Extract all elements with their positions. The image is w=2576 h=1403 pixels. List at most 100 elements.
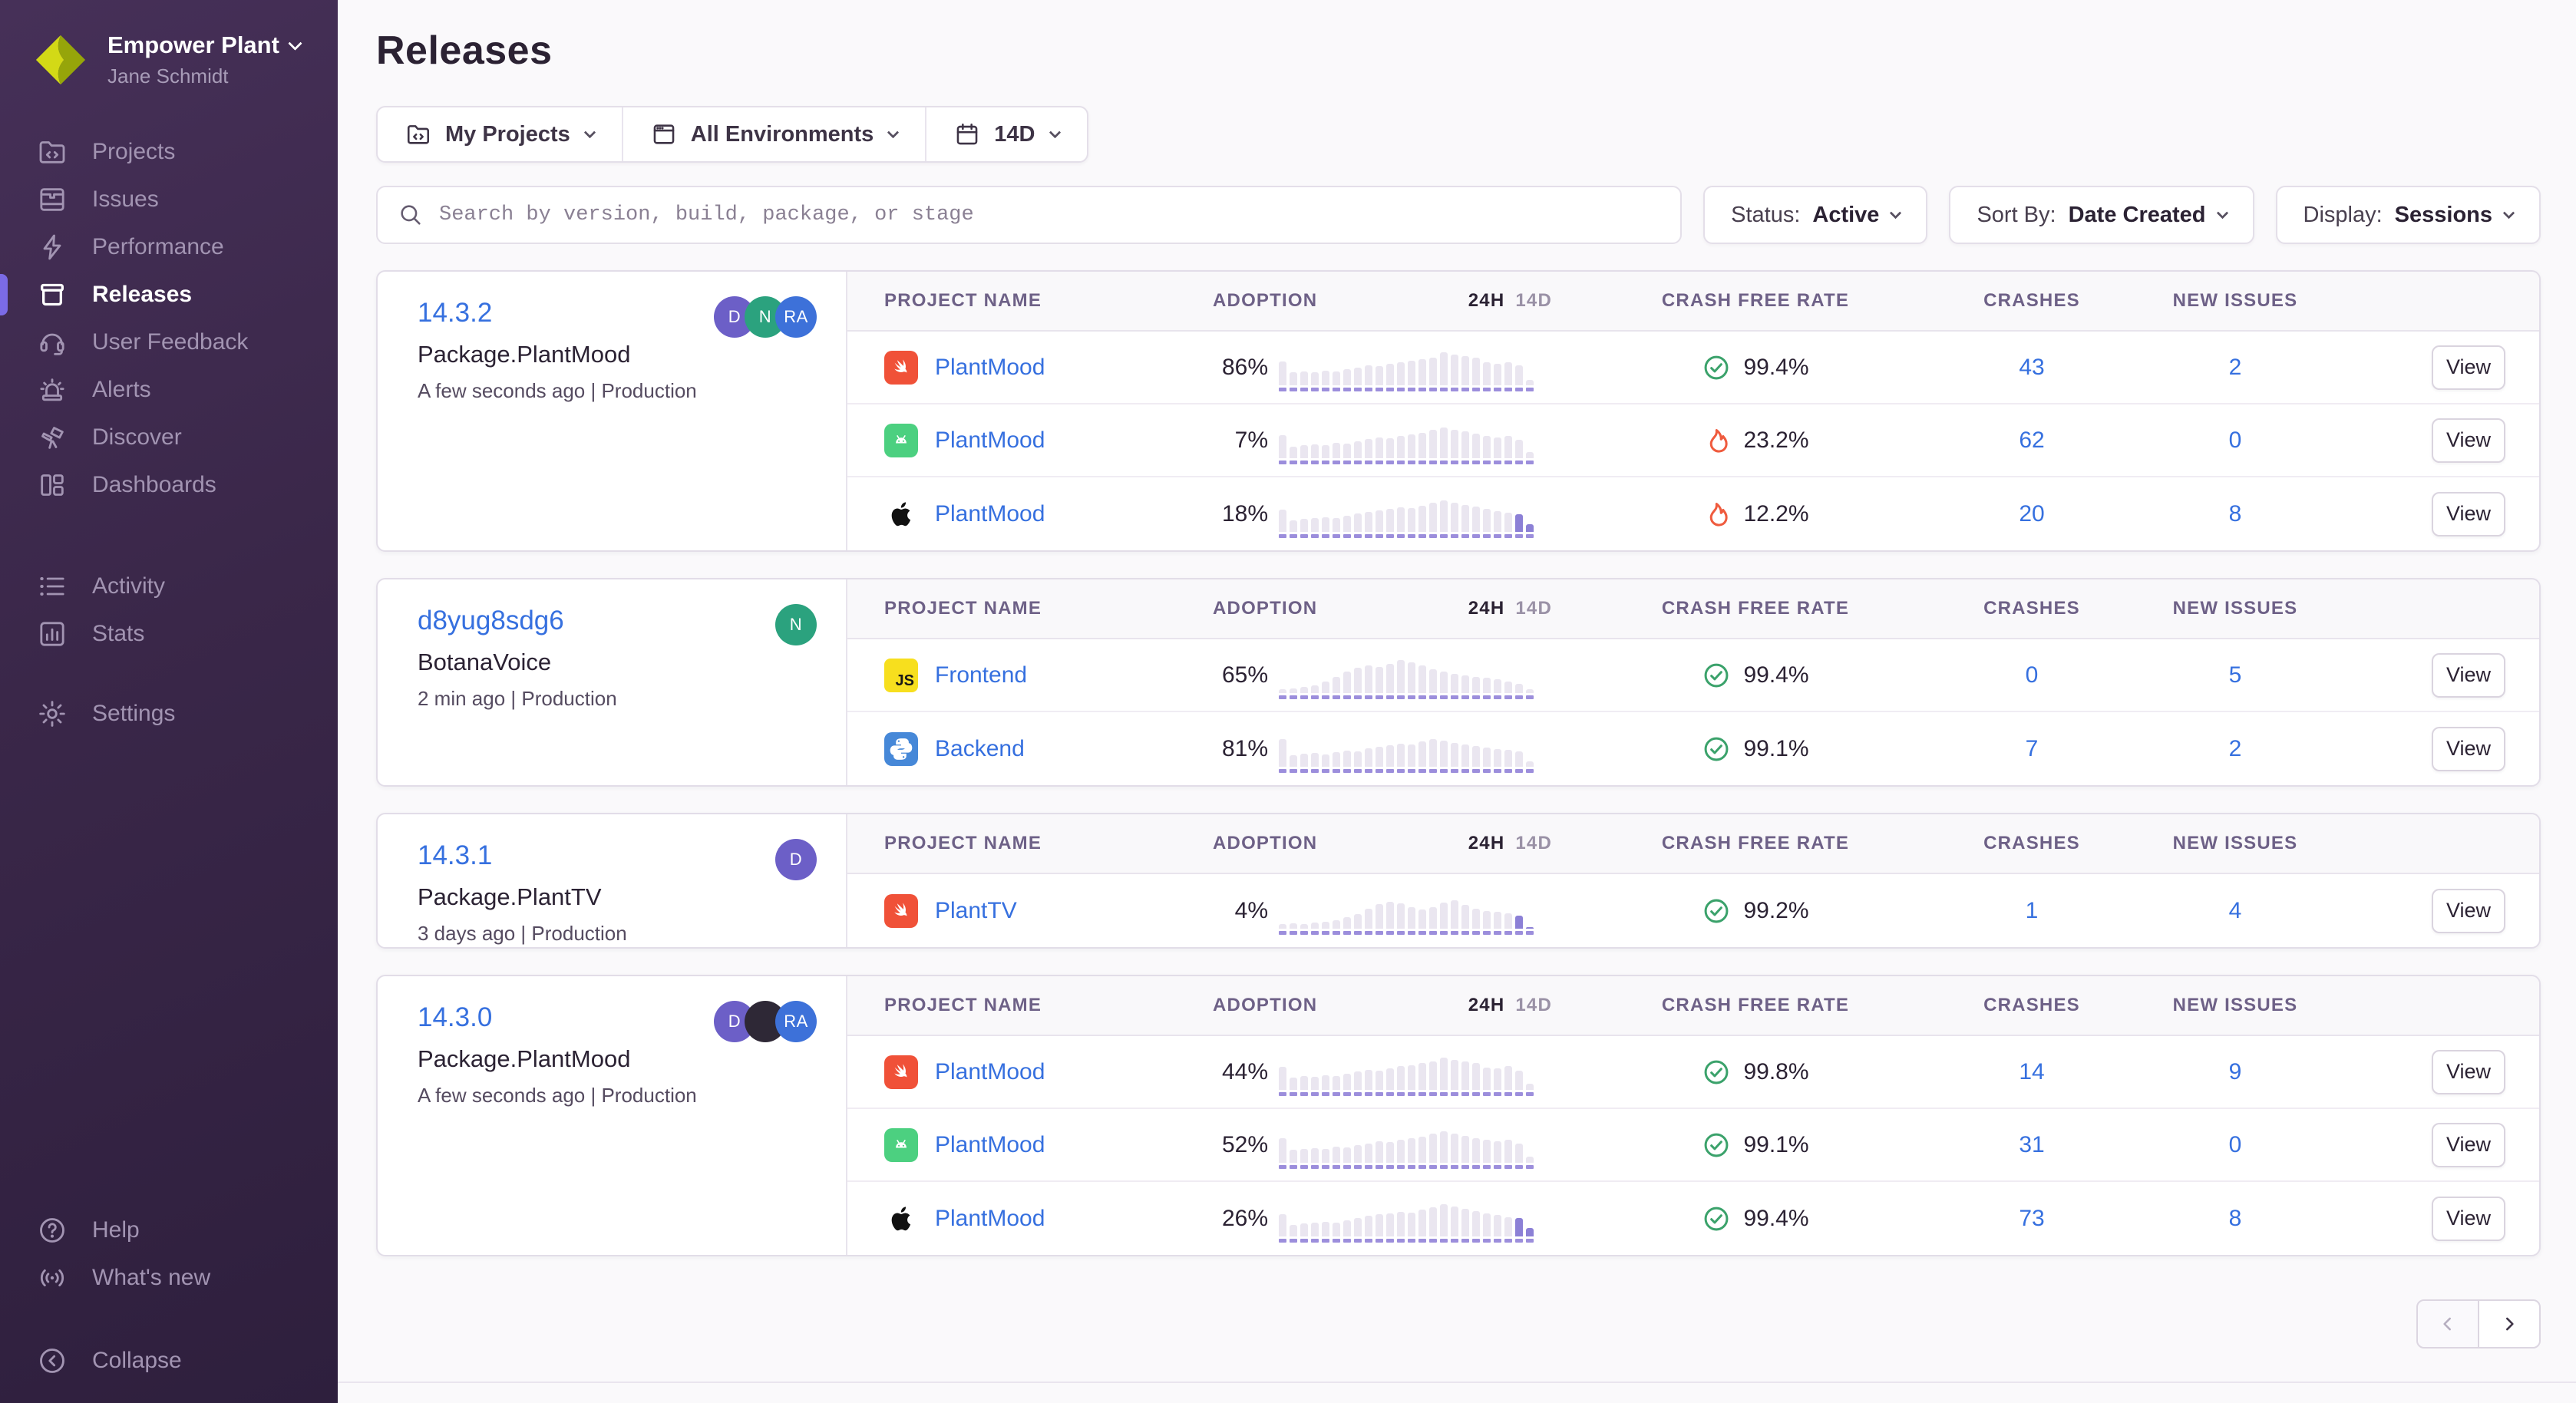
sidebar-item-discover[interactable]: Discover [0, 414, 338, 461]
release-version-link[interactable]: d8yug8sdg6 [418, 606, 564, 636]
release-version-link[interactable]: 14.3.0 [418, 1002, 492, 1033]
view-button[interactable]: View [2432, 492, 2505, 536]
search-row: Status: Active Sort By: Date Created Dis… [376, 186, 2541, 244]
view-button[interactable]: View [2432, 345, 2505, 390]
range-toggle-14d[interactable]: 14D [1515, 598, 1552, 619]
release-version-link[interactable]: 14.3.2 [418, 298, 492, 328]
help-icon [37, 1215, 68, 1246]
new-issues-link[interactable]: 4 [2128, 898, 2343, 924]
crashes-link[interactable]: 0 [1936, 662, 2128, 688]
sidebar-item-dashboards[interactable]: Dashboards [0, 461, 338, 509]
col-project-name: PROJECT NAME [884, 290, 1191, 312]
release-version-link[interactable]: 14.3.1 [418, 840, 492, 871]
sidebar-item-projects[interactable]: Projects [0, 128, 338, 176]
new-issues-link[interactable]: 9 [2128, 1059, 2343, 1085]
new-issues-link[interactable]: 0 [2128, 428, 2343, 454]
pagination-next-button[interactable] [2478, 1299, 2541, 1349]
range-toggle-24h[interactable]: 24H [1468, 995, 1505, 1015]
crashes-link[interactable]: 20 [1936, 501, 2128, 527]
range-toggle-24h[interactable]: 24H [1468, 598, 1505, 619]
new-issues-link[interactable]: 8 [2128, 1206, 2343, 1232]
project-link[interactable]: PlantMood [935, 428, 1045, 454]
search-input[interactable] [439, 203, 1660, 226]
discover-icon [37, 422, 68, 453]
new-issues-link[interactable]: 0 [2128, 1132, 2343, 1158]
range-toggle-14d[interactable]: 14D [1515, 833, 1552, 853]
view-button[interactable]: View [2432, 418, 2505, 463]
sidebar-item-stats[interactable]: Stats [0, 610, 338, 658]
view-button[interactable]: View [2432, 1050, 2505, 1094]
crash-free-value: 99.2% [1743, 898, 1808, 924]
view-button[interactable]: View [2432, 889, 2505, 933]
sidebar-item-releases[interactable]: Releases [0, 271, 338, 319]
android-platform-icon [884, 424, 918, 457]
sidebar-item-activity[interactable]: Activity [0, 563, 338, 610]
sidebar-item-alerts[interactable]: Alerts [0, 366, 338, 414]
sidebar-item-whats-new[interactable]: What's new [0, 1254, 338, 1302]
col-crash-free-rate: CRASH FREE RATE [1575, 598, 1936, 619]
new-issues-link[interactable]: 2 [2128, 355, 2343, 381]
adoption-value: 26% [1191, 1206, 1268, 1232]
sidebar-item-performance[interactable]: Performance [0, 223, 338, 271]
python-platform-icon [884, 732, 918, 766]
view-button[interactable]: View [2432, 1123, 2505, 1167]
date-range-filter[interactable]: 14D [925, 107, 1086, 161]
sidebar-item-user-feedback[interactable]: User Feedback [0, 319, 338, 366]
sidebar-item-label: Settings [92, 701, 175, 727]
crash-free-rate: 99.4% [1575, 661, 1936, 690]
project-link[interactable]: Backend [935, 736, 1025, 762]
project-link[interactable]: PlantMood [935, 1132, 1045, 1158]
performance-icon [37, 232, 68, 262]
sort-dropdown[interactable]: Sort By: Date Created [1949, 186, 2254, 244]
sidebar-item-help[interactable]: Help [0, 1207, 338, 1254]
sidebar-item-issues[interactable]: Issues [0, 176, 338, 223]
new-issues-link[interactable]: 2 [2128, 736, 2343, 762]
col-crashes: CRASHES [1936, 833, 2128, 854]
pagination-prev-button[interactable] [2416, 1299, 2479, 1349]
swift-platform-icon [884, 1055, 918, 1089]
projects-icon [37, 137, 68, 167]
crashes-link[interactable]: 7 [1936, 736, 2128, 762]
swift-icon [890, 356, 913, 379]
org-switcher[interactable]: Empower Plant Jane Schmidt [34, 31, 310, 88]
projects-filter[interactable]: My Projects [378, 107, 622, 161]
new-issues-link[interactable]: 8 [2128, 501, 2343, 527]
view-button[interactable]: View [2432, 727, 2505, 771]
crashes-link[interactable]: 62 [1936, 428, 2128, 454]
crashes-link[interactable]: 73 [1936, 1206, 2128, 1232]
view-button[interactable]: View [2432, 653, 2505, 698]
crashes-link[interactable]: 1 [1936, 898, 2128, 924]
view-button[interactable]: View [2432, 1197, 2505, 1241]
range-toggle-14d[interactable]: 14D [1515, 995, 1552, 1015]
android-platform-icon [884, 1128, 918, 1162]
sidebar-collapse-button[interactable]: Collapse [0, 1337, 338, 1385]
crashes-link[interactable]: 43 [1936, 355, 2128, 381]
project-link[interactable]: PlantMood [935, 501, 1045, 527]
display-value: Sessions [2395, 203, 2492, 228]
release-package-name: Package.PlantMood [418, 341, 815, 368]
release-project-row: PlantMood 18% 12.2% 20 8 View [847, 477, 2539, 550]
project-link[interactable]: PlantMood [935, 355, 1045, 381]
project-link[interactable]: Frontend [935, 662, 1027, 688]
release-package-name: Package.PlantMood [418, 1045, 815, 1073]
crash-status-icon [1702, 735, 1731, 764]
new-issues-link[interactable]: 5 [2128, 662, 2343, 688]
col-new-issues: NEW ISSUES [2128, 995, 2343, 1016]
check-circle-icon [1702, 1131, 1731, 1160]
sidebar-item-label: Dashboards [92, 472, 216, 498]
project-link[interactable]: PlantMood [935, 1059, 1045, 1085]
sidebar-item-label: Stats [92, 621, 144, 647]
range-toggle-24h[interactable]: 24H [1468, 290, 1505, 311]
range-toggle-14d[interactable]: 14D [1515, 290, 1552, 311]
project-link[interactable]: PlantMood [935, 1206, 1045, 1232]
environments-filter[interactable]: All Environments [622, 107, 926, 161]
crashes-link[interactable]: 31 [1936, 1132, 2128, 1158]
sidebar-footer: Help What's new Collapse [0, 1207, 338, 1403]
status-dropdown[interactable]: Status: Active [1703, 186, 1927, 244]
sidebar-item-settings[interactable]: Settings [0, 690, 338, 738]
project-link[interactable]: PlantTV [935, 898, 1017, 924]
crashes-link[interactable]: 14 [1936, 1059, 2128, 1085]
chevron-down-icon [1890, 206, 1902, 219]
range-toggle-24h[interactable]: 24H [1468, 833, 1505, 853]
display-dropdown[interactable]: Display: Sessions [2276, 186, 2541, 244]
